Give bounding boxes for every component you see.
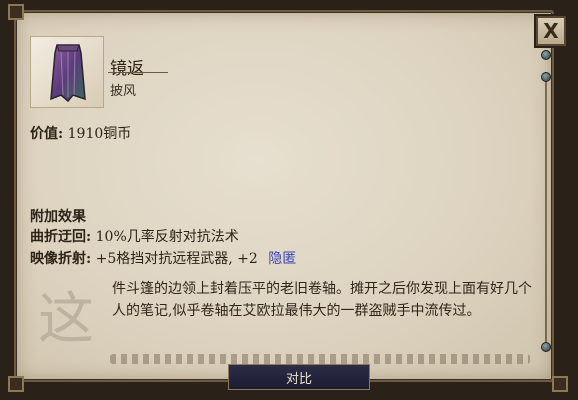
frame-corner-ornament xyxy=(8,376,24,392)
close-icon: X xyxy=(543,19,559,43)
effect-label: 曲折迂回: xyxy=(30,229,92,245)
effect-text: 10%几率反射对抗法术 xyxy=(95,229,239,245)
item-icon-slot xyxy=(30,36,104,108)
value-amount: 1910铜币 xyxy=(67,126,132,142)
close-button[interactable]: X xyxy=(536,16,566,46)
description-fade xyxy=(110,354,530,364)
effect-row: 映像折射: +5格挡对抗远程武器, +2 隐匿 xyxy=(30,248,296,268)
scroll-down-knob-icon[interactable] xyxy=(541,342,551,352)
effect-row: 曲折迂回: 10%几率反射对抗法术 xyxy=(30,226,239,246)
name-divider xyxy=(108,72,168,73)
frame-corner-ornament xyxy=(8,4,24,20)
item-description: 件斗篷的边领上封着压平的老旧卷轴。摊开之后你发现上面有好几个人的笔记,似乎卷轴在… xyxy=(112,281,532,319)
keyword-link-stealth[interactable]: 隐匿 xyxy=(268,251,296,267)
compare-button[interactable]: 对比 xyxy=(228,364,370,390)
value-label: 价值: xyxy=(30,126,64,142)
description-drop-cap: 这 xyxy=(38,287,94,352)
effect-label: 映像折射: xyxy=(30,251,92,267)
scroll-thumb-icon[interactable] xyxy=(541,72,551,82)
scrollbar-track xyxy=(545,72,547,342)
effects-heading: 附加效果 xyxy=(30,209,86,225)
scrollbar[interactable] xyxy=(540,50,552,362)
frame-corner-ornament xyxy=(552,376,568,392)
cloak-icon xyxy=(50,44,86,103)
item-name: 镜返 xyxy=(110,59,144,79)
scroll-up-knob-icon[interactable] xyxy=(541,50,551,60)
effect-text: +5格挡对抗远程武器, +2 xyxy=(95,251,258,267)
item-value: 价值: 1910铜币 xyxy=(30,123,131,143)
item-type: 披风 xyxy=(110,84,137,99)
